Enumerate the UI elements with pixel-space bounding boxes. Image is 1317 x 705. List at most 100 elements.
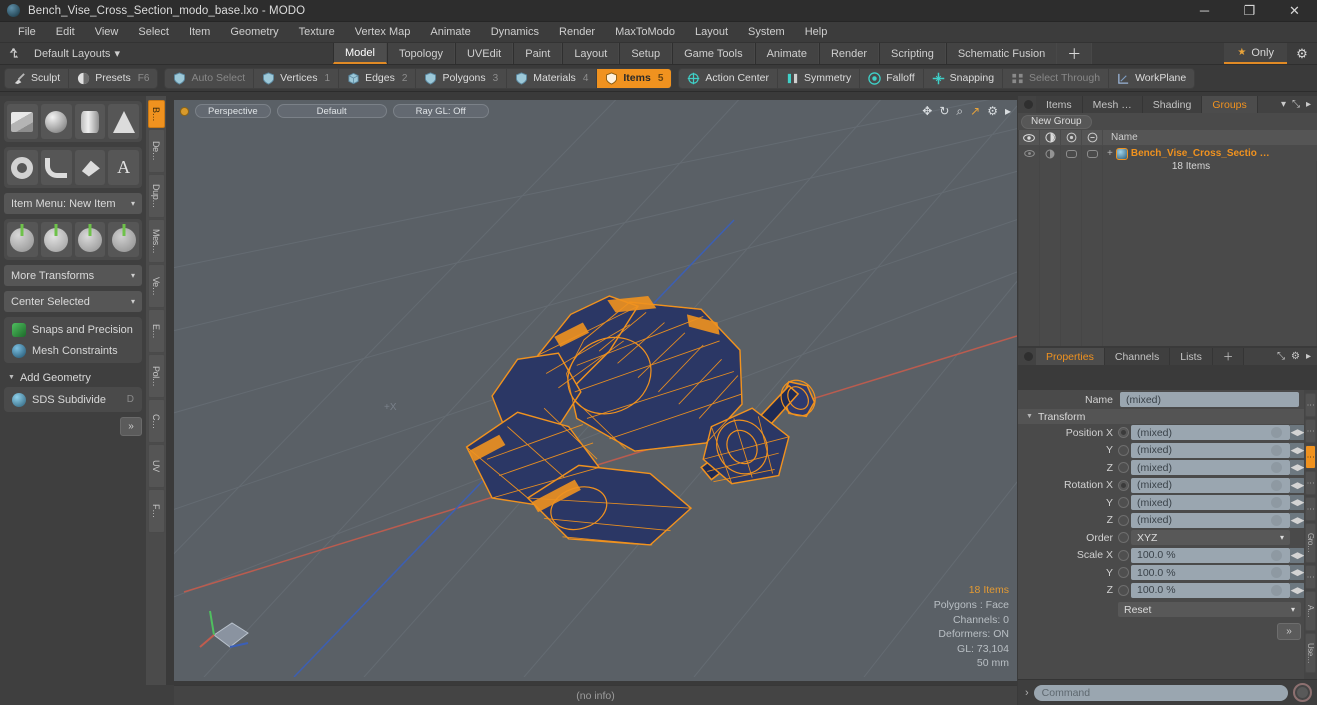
scale-tool[interactable] (74, 222, 106, 257)
expand-icon[interactable]: ⤡ (1292, 99, 1300, 110)
menu-item-file[interactable]: File (8, 22, 46, 43)
menu-item-geometry[interactable]: Geometry (220, 22, 288, 43)
property-anim-dot[interactable] (1271, 427, 1282, 439)
mode-button-workplane[interactable]: WorkPlane (1109, 69, 1194, 88)
property-anim-dot[interactable] (1271, 444, 1282, 456)
tab-mesh-[interactable]: Mesh … (1082, 96, 1143, 113)
mode-button-materials[interactable]: Materials 4 (507, 68, 598, 88)
cube-tool[interactable] (7, 104, 38, 139)
property-input[interactable]: (mixed) (1131, 477, 1290, 493)
toolbox-vtab-1[interactable]: De… (147, 129, 165, 173)
transform-section-header[interactable]: ▼ Transform (1018, 409, 1305, 424)
panel-menu-icon[interactable] (1024, 100, 1033, 109)
property-channel-toggle[interactable] (1118, 532, 1129, 544)
layout-tab-model[interactable]: Model (332, 43, 387, 64)
chevron-right-icon[interactable]: ▸ (1005, 104, 1011, 118)
row-expander[interactable]: + (1107, 148, 1113, 159)
property-anim-dot[interactable] (1271, 479, 1282, 491)
text-tool[interactable]: A (108, 150, 139, 185)
property-channel-toggle[interactable] (1118, 427, 1129, 439)
rotate-icon[interactable]: ↻ (939, 104, 949, 118)
mode-button-snapping[interactable]: Snapping (924, 68, 1004, 88)
menu-item-vertex-map[interactable]: Vertex Map (345, 22, 421, 43)
property-select[interactable]: XYZ ▾ (1131, 530, 1290, 546)
menu-item-dynamics[interactable]: Dynamics (481, 22, 549, 43)
rotate-tool[interactable] (40, 222, 72, 257)
property-channel-toggle[interactable] (1118, 462, 1129, 474)
property-input[interactable]: 100.0 % (1131, 565, 1290, 581)
gear-icon[interactable]: ⚙ (1287, 43, 1317, 64)
minimize-button[interactable]: ─ (1182, 0, 1227, 22)
properties-vtab-1[interactable]: ⋮ (1305, 419, 1316, 443)
property-channel-toggle[interactable] (1118, 479, 1129, 491)
properties-vtab-5[interactable]: Gro… (1305, 523, 1316, 563)
property-nudge-control[interactable]: ◀▶ (1290, 582, 1305, 598)
mesh-constraints-item[interactable]: Mesh Constraints (6, 340, 140, 361)
center-selected-dropdown[interactable]: Center Selected ▾ (4, 291, 142, 312)
name-input[interactable]: (mixed) (1120, 392, 1299, 407)
tab-shading[interactable]: Shading (1142, 96, 1203, 113)
mode-button-items[interactable]: Items 5 (597, 68, 672, 88)
layout-tab-render[interactable]: Render (818, 43, 880, 64)
transform-tool[interactable] (108, 222, 139, 257)
cone-tool[interactable] (108, 104, 139, 139)
property-nudge-control[interactable]: ◀▶ (1290, 565, 1305, 581)
viewport-mode-perspective[interactable]: Perspective (195, 104, 271, 118)
properties-vtab-0[interactable]: ⋮ (1305, 393, 1316, 417)
property-channel-toggle[interactable] (1118, 497, 1129, 509)
toolbox-expand-button[interactable]: » (120, 417, 142, 436)
property-anim-dot[interactable] (1271, 497, 1282, 509)
chevron-right-icon[interactable]: ▸ (1306, 99, 1311, 110)
row-lock-toggle[interactable] (1082, 146, 1103, 161)
property-nudge-control[interactable]: ◀▶ (1290, 495, 1305, 511)
tab-channels[interactable]: Channels (1104, 348, 1171, 365)
property-input[interactable]: (mixed) (1131, 495, 1290, 511)
tab-properties[interactable]: Properties (1036, 348, 1105, 365)
layout-tab-paint[interactable]: Paint (513, 43, 563, 64)
property-input[interactable]: (mixed) (1131, 425, 1290, 441)
toolbox-vtab-9[interactable]: F… (147, 489, 165, 533)
shade-icon[interactable] (1061, 129, 1082, 146)
menu-item-maxtomodo[interactable]: MaxToModo (605, 22, 685, 43)
mode-button-auto-select[interactable]: Auto Select (165, 68, 255, 88)
property-nudge-control[interactable]: ◀▶ (1290, 442, 1305, 458)
layout-tab-layout[interactable]: Layout (562, 43, 620, 64)
toolbox-vtab-7[interactable]: C… (147, 399, 165, 443)
properties-vtab-7[interactable]: A… (1305, 591, 1316, 631)
mode-button-polygons[interactable]: Polygons 3 (416, 68, 508, 88)
property-anim-dot[interactable] (1271, 584, 1282, 596)
layout-tab-schematic-fusion[interactable]: Schematic Fusion (945, 43, 1058, 64)
panel-menu-icon[interactable] (1024, 352, 1033, 361)
sphere-tool[interactable] (40, 104, 72, 139)
default-layouts-dropdown[interactable]: Default Layouts ▾ (26, 43, 128, 64)
add-tab-button[interactable]: ＋ (1212, 348, 1245, 365)
viewport-raygl-toggle[interactable]: Ray GL: Off (392, 104, 489, 118)
menu-item-view[interactable]: View (85, 22, 129, 43)
expand-icon[interactable]: ⤡ (1277, 351, 1285, 362)
mode-button-sculpt[interactable]: Sculpt (5, 68, 70, 88)
property-nudge-control[interactable]: ◀▶ (1290, 547, 1305, 563)
only-toggle[interactable]: ★ Only (1224, 43, 1287, 64)
menu-item-animate[interactable]: Animate (420, 22, 480, 43)
tab-lists[interactable]: Lists (1170, 348, 1213, 365)
gear-icon[interactable]: ⚙ (1291, 351, 1300, 362)
menu-item-system[interactable]: System (738, 22, 795, 43)
mode-button-action-center[interactable]: Action Center (679, 68, 778, 88)
property-input[interactable]: (mixed) (1131, 512, 1290, 528)
mode-button-edges[interactable]: Edges 2 (339, 68, 417, 88)
menu-item-texture[interactable]: Texture (289, 22, 345, 43)
mode-button-falloff[interactable]: Falloff (860, 68, 924, 88)
properties-vtab-3[interactable]: ⋮ (1305, 471, 1316, 495)
zoom-icon[interactable]: ⌕ (956, 104, 963, 119)
property-anim-dot[interactable] (1271, 514, 1282, 526)
maximize-button[interactable]: ❐ (1227, 0, 1272, 22)
row-shade-toggle[interactable] (1061, 146, 1082, 161)
render-icon[interactable] (1040, 129, 1061, 146)
layout-tab-uvedit[interactable]: UVEdit (454, 43, 514, 64)
mode-button-presets[interactable]: Presets F6 (69, 69, 157, 88)
property-channel-toggle[interactable] (1118, 444, 1129, 456)
viewport-indicator-icon[interactable] (180, 106, 189, 116)
close-button[interactable]: ✕ (1272, 0, 1317, 22)
toolbox-vtab-0[interactable]: B… (147, 100, 165, 128)
table-row[interactable]: + Bench_Vise_Cross_Sectio … (1019, 146, 1317, 161)
